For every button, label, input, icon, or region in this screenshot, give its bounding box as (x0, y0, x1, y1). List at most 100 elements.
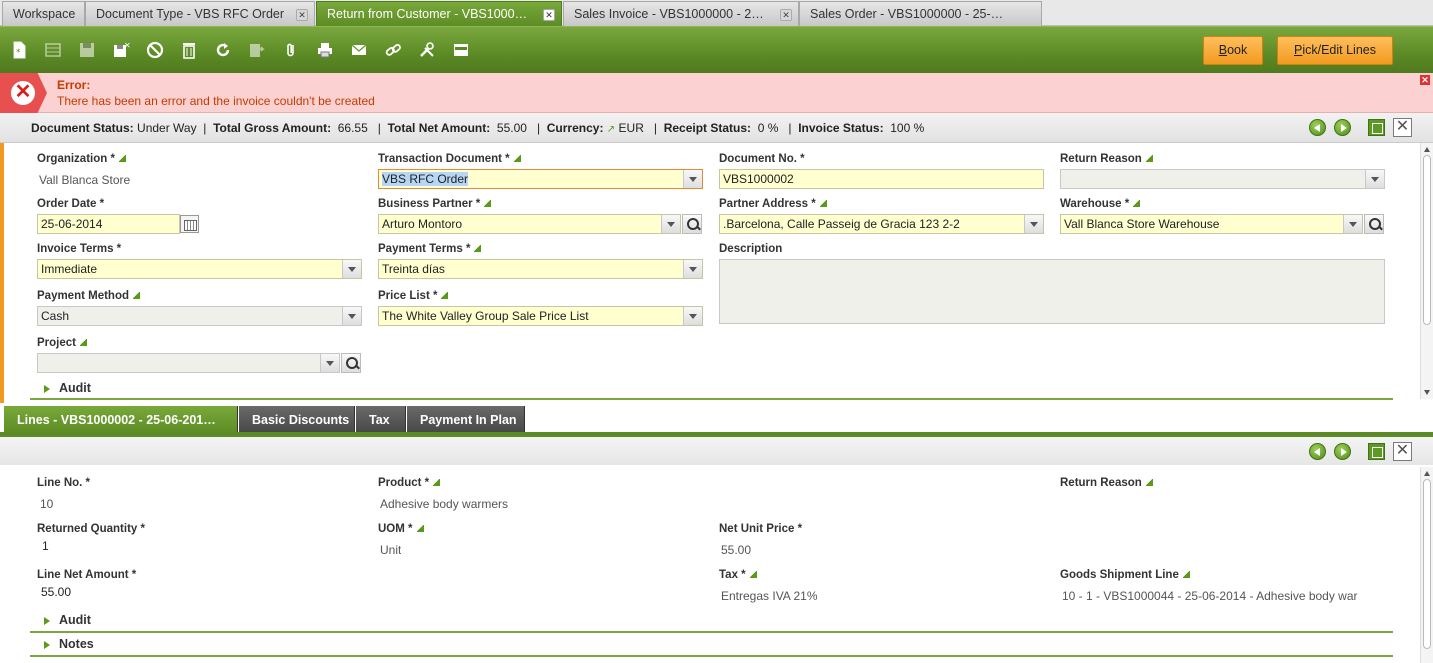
new-row-icon[interactable] (43, 40, 63, 60)
chevron-down-icon[interactable] (1343, 215, 1362, 233)
document-no-value: VBS1000002 (723, 172, 794, 186)
link-arrow-icon[interactable] (749, 571, 757, 579)
audit-section-toggle[interactable]: Audit (44, 381, 91, 395)
pick-edit-lines-button[interactable]: Pick/Edit Lines (1277, 36, 1393, 65)
scroll-down-icon[interactable] (1424, 390, 1430, 395)
link-icon[interactable] (383, 40, 403, 60)
search-icon[interactable] (1364, 214, 1384, 234)
link-arrow-icon[interactable] (133, 292, 141, 300)
new-document-icon[interactable]: * (9, 40, 29, 60)
close-error-icon[interactable]: ✕ (1420, 75, 1430, 85)
chevron-down-icon[interactable] (320, 354, 339, 372)
chevron-down-icon[interactable] (342, 307, 361, 325)
link-arrow-icon[interactable] (118, 155, 126, 163)
scroll-thumb[interactable] (1423, 479, 1431, 649)
email-icon[interactable] (349, 40, 369, 60)
export-icon[interactable] (247, 40, 267, 60)
chevron-down-icon[interactable] (661, 215, 680, 233)
scroll-up-icon[interactable] (1424, 147, 1430, 152)
return-reason-select[interactable] (1060, 169, 1385, 189)
warehouse-select[interactable]: Vall Blanca Store Warehouse (1060, 214, 1363, 234)
chevron-down-icon[interactable] (342, 260, 361, 278)
chevron-down-icon[interactable] (1365, 170, 1384, 188)
transaction-document-select[interactable]: VBS RFC Order (378, 169, 703, 189)
document-no-input[interactable]: VBS1000002 (719, 169, 1044, 189)
payment-method-value: Cash (41, 309, 70, 323)
link-arrow-icon[interactable] (416, 525, 424, 533)
tab-sales-order[interactable]: Sales Order - VBS1000000 - 25-… (799, 1, 1042, 26)
calendar-icon[interactable] (180, 215, 199, 233)
link-arrow-icon[interactable] (441, 292, 449, 300)
save-close-icon[interactable]: ✕ (111, 40, 131, 60)
invoice-terms-select[interactable]: Immediate (37, 259, 362, 279)
link-arrow-icon[interactable] (1145, 155, 1153, 163)
link-arrow-icon[interactable]: ↗ (607, 124, 615, 135)
link-arrow-icon[interactable] (1182, 571, 1190, 579)
chevron-down-icon[interactable] (683, 307, 702, 325)
close-tab-icon[interactable]: ✕ (780, 9, 792, 21)
link-arrow-icon[interactable] (513, 155, 521, 163)
previous-record-icon[interactable] (1309, 119, 1326, 136)
link-arrow-icon[interactable] (80, 339, 87, 347)
partner-address-select[interactable]: .Barcelona, Calle Passeig de Gracia 123 … (719, 214, 1044, 234)
close-form-icon[interactable]: ✕ (1393, 442, 1412, 461)
chevron-down-icon[interactable] (683, 260, 702, 278)
grid-view-icon[interactable] (451, 40, 471, 60)
tab-return-from-customer[interactable]: Return from Customer - VBS1000… ✕ (316, 1, 562, 26)
close-form-icon[interactable]: ✕ (1393, 118, 1412, 137)
tab-label: Document Type - VBS RFC Order (96, 7, 285, 21)
next-record-icon[interactable] (1334, 119, 1351, 136)
maximize-icon[interactable] (1368, 119, 1385, 136)
tab-workspace[interactable]: Workspace (2, 1, 85, 26)
lines-scrollbar[interactable] (1420, 467, 1433, 663)
link-arrow-icon[interactable] (819, 200, 827, 208)
lines-toolbar: ✕ (0, 437, 1433, 465)
price-list-select[interactable]: The White Valley Group Sale Price List (378, 306, 703, 326)
attachment-icon[interactable] (281, 40, 301, 60)
link-arrow-icon[interactable] (1145, 479, 1153, 487)
net-unit-price-label: Net Unit Price * (719, 523, 803, 535)
project-select[interactable] (37, 353, 340, 373)
link-arrow-icon[interactable] (1133, 200, 1141, 208)
tab-tax[interactable]: Tax (356, 406, 406, 433)
search-icon[interactable] (341, 353, 361, 373)
link-arrow-icon[interactable] (433, 479, 441, 487)
tools-icon[interactable] (417, 40, 437, 60)
header-scrollbar[interactable] (1420, 143, 1433, 399)
previous-record-icon[interactable] (1309, 443, 1326, 460)
lines-audit-section-toggle[interactable]: Audit (44, 613, 91, 627)
close-tab-icon[interactable]: ✕ (296, 9, 308, 21)
tab-lines[interactable]: Lines - VBS1000002 - 25-06-201… (4, 406, 238, 433)
maximize-icon[interactable] (1368, 443, 1385, 460)
description-textarea[interactable] (719, 259, 1385, 324)
tab-sales-invoice[interactable]: Sales Invoice - VBS1000000 - 2… ✕ (563, 1, 799, 26)
book-button[interactable]: Book (1203, 36, 1263, 65)
save-icon[interactable] (77, 40, 97, 60)
tab-document-type[interactable]: Document Type - VBS RFC Order ✕ (85, 1, 315, 26)
notes-section-toggle[interactable]: Notes (44, 637, 94, 651)
close-tab-icon[interactable]: ✕ (543, 9, 555, 21)
link-arrow-icon[interactable] (484, 200, 492, 208)
label-text: Return Reason (1060, 153, 1142, 165)
receipt-status-value: 0 % (757, 121, 779, 135)
tab-payment-in-plan[interactable]: Payment In Plan (407, 406, 525, 433)
undo-icon[interactable] (145, 40, 165, 60)
chevron-down-icon[interactable] (1024, 215, 1043, 233)
label-text: Organization * (37, 153, 115, 165)
next-record-icon[interactable] (1334, 443, 1351, 460)
scroll-up-icon[interactable] (1424, 471, 1430, 476)
refresh-icon[interactable] (213, 40, 233, 60)
delete-icon[interactable] (179, 40, 199, 60)
scroll-thumb[interactable] (1423, 155, 1431, 325)
lines-form (0, 437, 1433, 663)
chevron-down-icon[interactable] (683, 170, 702, 188)
order-date-input[interactable]: 25-06-2014 (37, 214, 180, 234)
payment-terms-select[interactable]: Treinta días (378, 259, 703, 279)
link-arrow-icon[interactable] (474, 245, 482, 253)
search-icon[interactable] (682, 214, 702, 234)
business-partner-select[interactable]: Arturo Montoro (378, 214, 681, 234)
separator: | (788, 121, 792, 135)
tab-basic-discounts[interactable]: Basic Discounts (239, 406, 355, 433)
print-icon[interactable] (315, 40, 335, 60)
payment-method-select[interactable]: Cash (37, 306, 362, 326)
